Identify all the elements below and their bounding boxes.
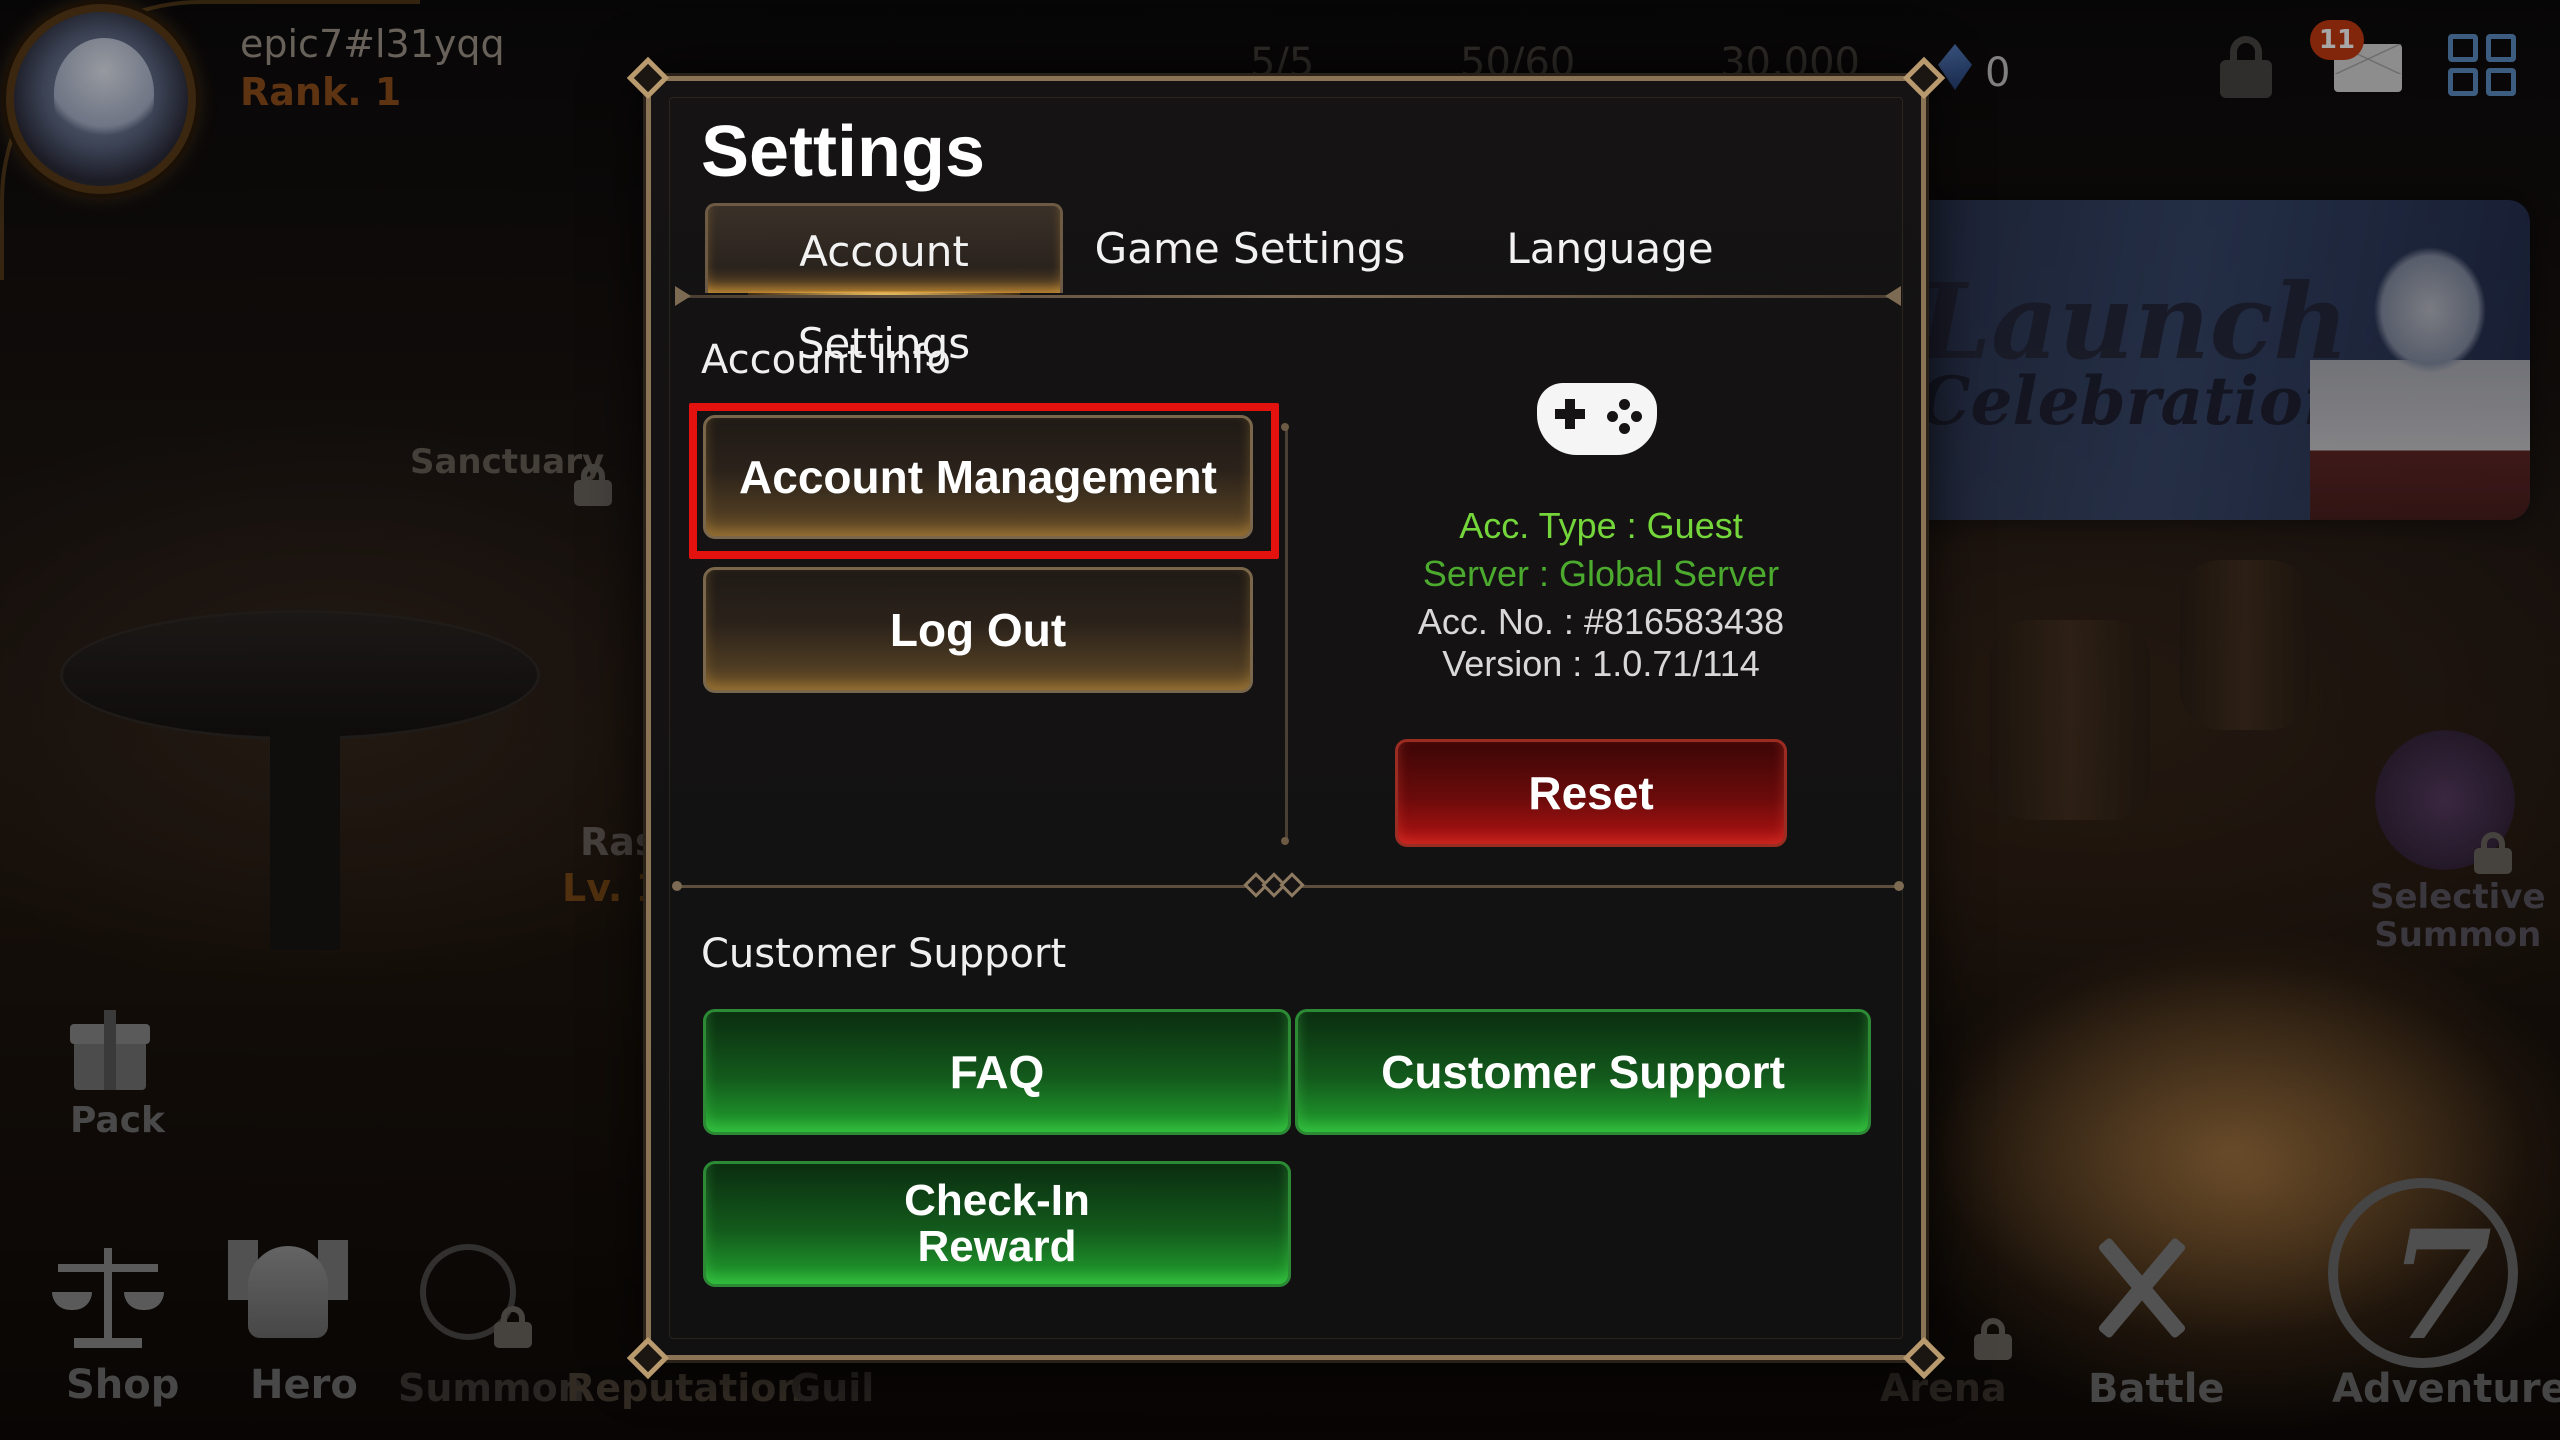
check-in-reward-button[interactable]: Check-In Reward bbox=[703, 1161, 1291, 1287]
tab-language[interactable]: Language bbox=[1445, 203, 1775, 293]
faq-button[interactable]: FAQ bbox=[703, 1009, 1291, 1135]
highlight-box bbox=[689, 403, 1279, 559]
log-out-button[interactable]: Log Out bbox=[703, 567, 1253, 693]
game-screen: epic7#l31yqq Rank. 1 5/5 50/60 30,000 0 … bbox=[0, 0, 2560, 1440]
account-type: Acc. Type : Guest bbox=[1459, 505, 1743, 546]
tab-game-settings[interactable]: Game Settings bbox=[1085, 203, 1415, 293]
vertical-divider bbox=[1281, 423, 1289, 845]
reset-button[interactable]: Reset bbox=[1395, 739, 1787, 847]
dialog-title: Settings bbox=[701, 112, 986, 192]
account-info-heading: Account Info bbox=[701, 337, 951, 383]
gamepad-icon bbox=[1537, 377, 1657, 461]
account-number: Acc. No. : #816583438 bbox=[1417, 601, 1785, 642]
customer-support-button[interactable]: Customer Support bbox=[1295, 1009, 1871, 1135]
check-in-label-line1: Check-In bbox=[904, 1175, 1090, 1225]
divider-ornament bbox=[1239, 872, 1309, 899]
check-in-label-line2: Reward bbox=[917, 1222, 1077, 1271]
settings-tabs: Account Settings Game Settings Language bbox=[705, 203, 1885, 368]
settings-dialog: Settings Account Settings Game Settings … bbox=[626, 56, 1946, 1380]
tab-divider bbox=[675, 286, 1901, 306]
customer-support-heading: Customer Support bbox=[701, 931, 1067, 977]
tab-account-settings[interactable]: Account Settings bbox=[705, 203, 1063, 368]
server-name: Server : Global Server bbox=[1422, 553, 1780, 594]
version-label: Version : 1.0.71/114 bbox=[1442, 643, 1760, 684]
